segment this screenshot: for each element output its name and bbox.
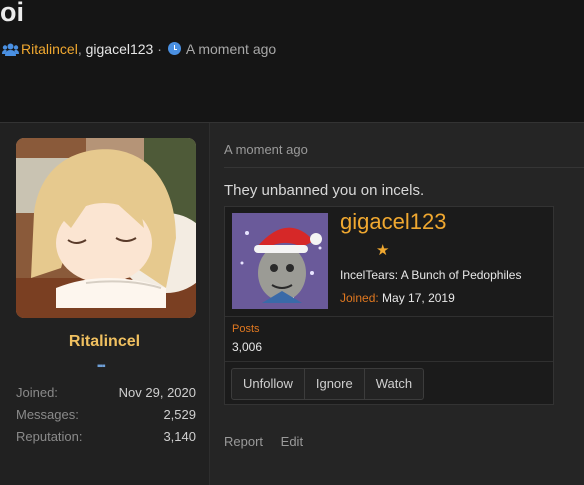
- stat-label: Reputation:: [16, 429, 83, 444]
- avatar[interactable]: [16, 138, 196, 318]
- posts-label: Posts: [232, 323, 260, 335]
- post-body: They unbanned you on incels.: [224, 182, 425, 199]
- rank-icon: ▪▪▪: [97, 361, 106, 372]
- thread-title: oi: [0, 0, 24, 27]
- thread-header: oi Ritalincel, gigacel123 · A moment ago: [0, 0, 584, 122]
- post: Ritalincel ▪▪▪ Joined: Nov 29, 2020 Mess…: [0, 122, 584, 485]
- post-timestamp[interactable]: A moment ago: [224, 142, 308, 157]
- post-actions: Report Edit: [224, 434, 317, 449]
- clock-icon: [167, 42, 181, 55]
- participant-comma: ,: [77, 41, 86, 57]
- member-tooltip-card: gigacel123 ★ IncelTears: A Bunch of Pedo…: [224, 206, 554, 405]
- card-divider: [225, 316, 553, 317]
- card-divider: [225, 361, 553, 362]
- meta-separator: ·: [157, 41, 162, 57]
- member-card-actions: Unfollow Ignore Watch: [231, 368, 425, 400]
- users-icon: [2, 43, 19, 59]
- author-stat-reputation: Reputation: 3,140: [16, 429, 196, 444]
- edit-link[interactable]: Edit: [281, 434, 303, 449]
- posts-value: 3,006: [232, 340, 263, 354]
- thread-time[interactable]: A moment ago: [186, 41, 276, 57]
- unfollow-button[interactable]: Unfollow: [232, 369, 305, 399]
- author-stat-messages: Messages: 2,529: [16, 407, 196, 422]
- joined-label: Joined:: [340, 291, 379, 305]
- participant-link-gigacel123[interactable]: gigacel123: [86, 41, 154, 57]
- member-card-user-title: IncelTears: A Bunch of Pedophiles: [340, 268, 522, 282]
- member-card-username[interactable]: gigacel123: [340, 209, 446, 235]
- participant-link-ritalincel[interactable]: Ritalincel: [21, 41, 78, 57]
- thread-meta: Ritalincel, gigacel123 · A moment ago: [2, 41, 276, 59]
- stat-value: 3,140: [163, 429, 196, 444]
- member-card-avatar[interactable]: [232, 213, 328, 309]
- stat-value: Nov 29, 2020: [118, 385, 196, 400]
- stat-label: Joined:: [16, 385, 58, 400]
- post-author-name[interactable]: Ritalincel: [0, 333, 209, 351]
- author-stat-joined: Joined: Nov 29, 2020: [16, 385, 196, 400]
- stat-label: Messages:: [16, 407, 79, 422]
- joined-value: May 17, 2019: [382, 291, 455, 305]
- post-user-panel: Ritalincel ▪▪▪ Joined: Nov 29, 2020 Mess…: [0, 123, 210, 485]
- star-icon: ★: [376, 242, 390, 259]
- member-card-joined: Joined: May 17, 2019: [340, 291, 455, 305]
- stat-value: 2,529: [163, 407, 196, 422]
- report-link[interactable]: Report: [224, 434, 263, 449]
- watch-button[interactable]: Watch: [365, 369, 423, 399]
- post-divider: [224, 167, 584, 168]
- ignore-button[interactable]: Ignore: [305, 369, 365, 399]
